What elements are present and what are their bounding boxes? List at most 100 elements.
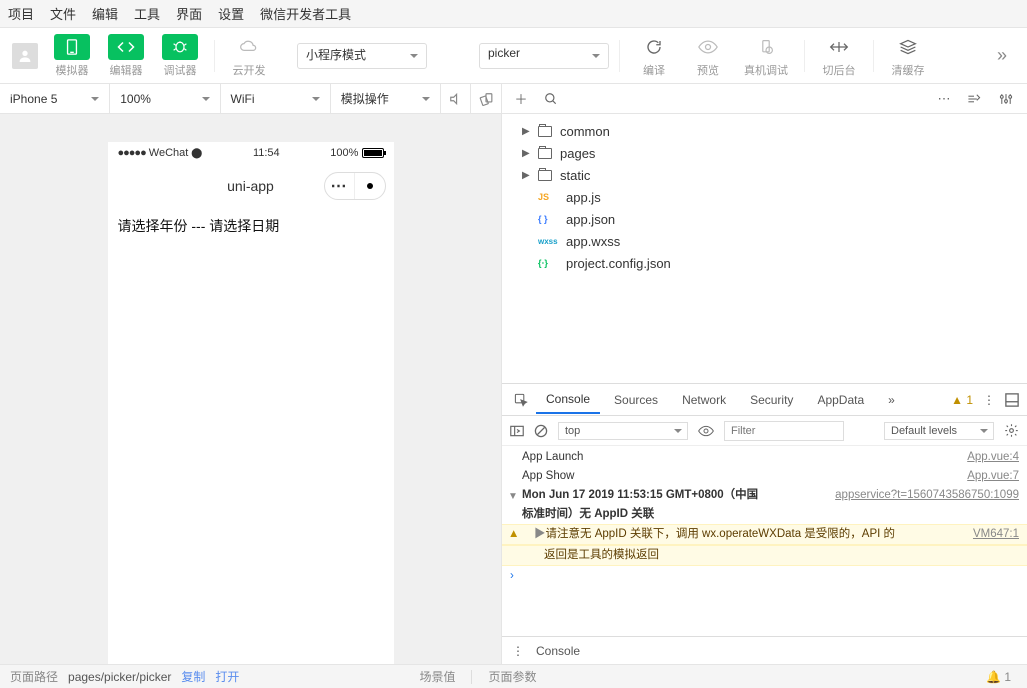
log-line: App Launch [522,449,583,466]
menu-file[interactable]: 文件 [50,4,76,23]
log-source-link[interactable]: VM647:1 [953,526,1019,543]
tab-console[interactable]: Console [536,386,600,414]
compile-button[interactable]: 编译 [630,32,678,80]
file-project-config[interactable]: {⋅}project.config.json [502,252,1027,274]
warning-count[interactable]: ▲ 1 [951,393,973,407]
console-output: App LaunchApp.vue:4 App ShowApp.vue:7 ▼M… [502,446,1027,636]
status-bar: 页面路径 pages/picker/picker 复制 打开 场景值 页面参数 … [0,664,1027,688]
right-panel: ＋ ⋯ ▶common ▶pages ▶static JSapp.js { }a… [502,84,1027,664]
log-source-link[interactable]: appservice?t=1560743586750:1099 [815,487,1019,504]
eye-icon [690,34,726,60]
menu-tools[interactable]: 工具 [134,4,160,23]
battery-percent: 100% [330,147,358,159]
rotate-icon[interactable] [471,84,501,113]
switch-bg-icon [821,34,857,60]
tab-sources[interactable]: Sources [604,387,668,413]
folder-icon [538,148,552,159]
debugger-button[interactable]: 调试器 [156,32,204,80]
file-tree: ▶common ▶pages ▶static JSapp.js { }app.j… [502,114,1027,383]
log-line: Mon Jun 17 2019 11:53:15 GMT+0800（中国 [522,489,758,501]
main-area: iPhone 5 100% WiFi 模拟操作 ●●●●● WeChat ⬤ 1… [0,84,1027,664]
menu-edit[interactable]: 编辑 [92,4,118,23]
editor-button[interactable]: 编辑器 [102,32,150,80]
page-title: uni-app [227,178,274,194]
tabs-overflow-icon[interactable]: » [878,387,905,413]
levels-select[interactable]: Default levels [884,422,994,440]
menu-bar: 项目 文件 编辑 工具 界面 设置 微信开发者工具 [0,0,1027,28]
context-select[interactable]: top [558,422,688,440]
file-app-js[interactable]: JSapp.js [502,186,1027,208]
menu-interface[interactable]: 界面 [176,4,202,23]
config-icon: {⋅} [538,258,560,269]
toolbar: 模拟器 编辑器 调试器 云开发 小程序模式 picker 编译 预览 真机调试 … [0,28,1027,84]
log-source-link[interactable]: App.vue:7 [947,468,1019,485]
mode-select[interactable]: 小程序模式 [297,43,427,69]
page-params-label[interactable]: 页面参数 [488,668,536,685]
overflow-icon[interactable]: » [989,45,1015,66]
inspect-icon[interactable] [510,389,532,411]
filter-input[interactable] [724,421,844,441]
folder-common[interactable]: ▶common [502,120,1027,142]
log-source-link[interactable]: App.vue:4 [947,449,1019,466]
clock-label: 11:54 [253,147,280,159]
avatar[interactable] [12,43,38,69]
menu-wechat-devtools[interactable]: 微信开发者工具 [260,4,351,23]
page-path: pages/picker/picker [68,670,171,684]
log-line: App Show [522,468,574,485]
network-select[interactable]: WiFi [221,84,331,113]
device-select[interactable]: iPhone 5 [0,84,110,113]
menu-settings[interactable]: 设置 [218,4,244,23]
wxss-icon: wxss [538,237,560,246]
clear-cache-button[interactable]: 清缓存 [884,32,932,80]
refresh-icon [636,34,672,60]
new-file-icon[interactable]: ＋ [512,89,530,108]
simulate-action-select[interactable]: 模拟操作 [331,84,441,113]
target-select[interactable]: picker [479,43,609,69]
picker-text[interactable]: 请选择年份 --- 请选择日期 [118,216,384,236]
preview-button[interactable]: 预览 [684,32,732,80]
background-button[interactable]: 切后台 [815,32,863,80]
drawer-more-icon[interactable]: ⋮ [512,644,524,658]
cloud-button[interactable]: 云开发 [225,32,273,80]
menu-project[interactable]: 项目 [8,4,34,23]
collapse-icon[interactable] [967,92,985,106]
file-app-wxss[interactable]: wxssapp.wxss [502,230,1027,252]
search-icon[interactable] [544,92,562,106]
console-prompt[interactable]: › [502,566,1027,587]
devtools-more-icon[interactable]: ⋮ [983,393,995,407]
capsule-menu-icon[interactable]: ⋯ [325,173,355,199]
console-sidebar-icon[interactable] [510,425,524,437]
tree-more-icon[interactable]: ⋯ [935,91,953,107]
log-line: 返回是工具的模拟返回 [522,547,659,564]
copy-link[interactable]: 复制 [181,668,205,685]
folder-static[interactable]: ▶static [502,164,1027,186]
folder-icon [538,170,552,181]
folder-pages[interactable]: ▶pages [502,142,1027,164]
capsule-close-icon[interactable] [355,173,385,199]
scene-value-label[interactable]: 场景值 [419,668,455,685]
mute-icon[interactable] [441,84,471,113]
devtools-dock-icon[interactable] [1005,393,1019,407]
drawer-console-tab[interactable]: Console [536,644,580,658]
simulator-panel: iPhone 5 100% WiFi 模拟操作 ●●●●● WeChat ⬤ 1… [0,84,502,664]
tab-appdata[interactable]: AppData [807,387,874,413]
live-expr-icon[interactable] [698,425,714,437]
open-link[interactable]: 打开 [215,668,239,685]
folder-icon [538,126,552,137]
tab-network[interactable]: Network [672,387,736,413]
layers-icon [890,34,926,60]
remote-debug-button[interactable]: 真机调试 [738,32,794,80]
notification-icon[interactable]: 🔔 1 [986,670,1011,684]
json-icon: { } [538,214,560,224]
settings-tree-icon[interactable] [999,92,1017,106]
simulator-button[interactable]: 模拟器 [48,32,96,80]
clear-console-icon[interactable] [534,424,548,438]
log-line: 标准时间）无 AppID 关联 [522,508,654,520]
tab-security[interactable]: Security [740,387,803,413]
file-app-json[interactable]: { }app.json [502,208,1027,230]
console-settings-icon[interactable] [1004,423,1019,438]
carrier-label: WeChat [149,147,189,159]
phone-debug-icon [748,34,784,60]
js-icon: JS [538,192,560,202]
zoom-select[interactable]: 100% [110,84,220,113]
